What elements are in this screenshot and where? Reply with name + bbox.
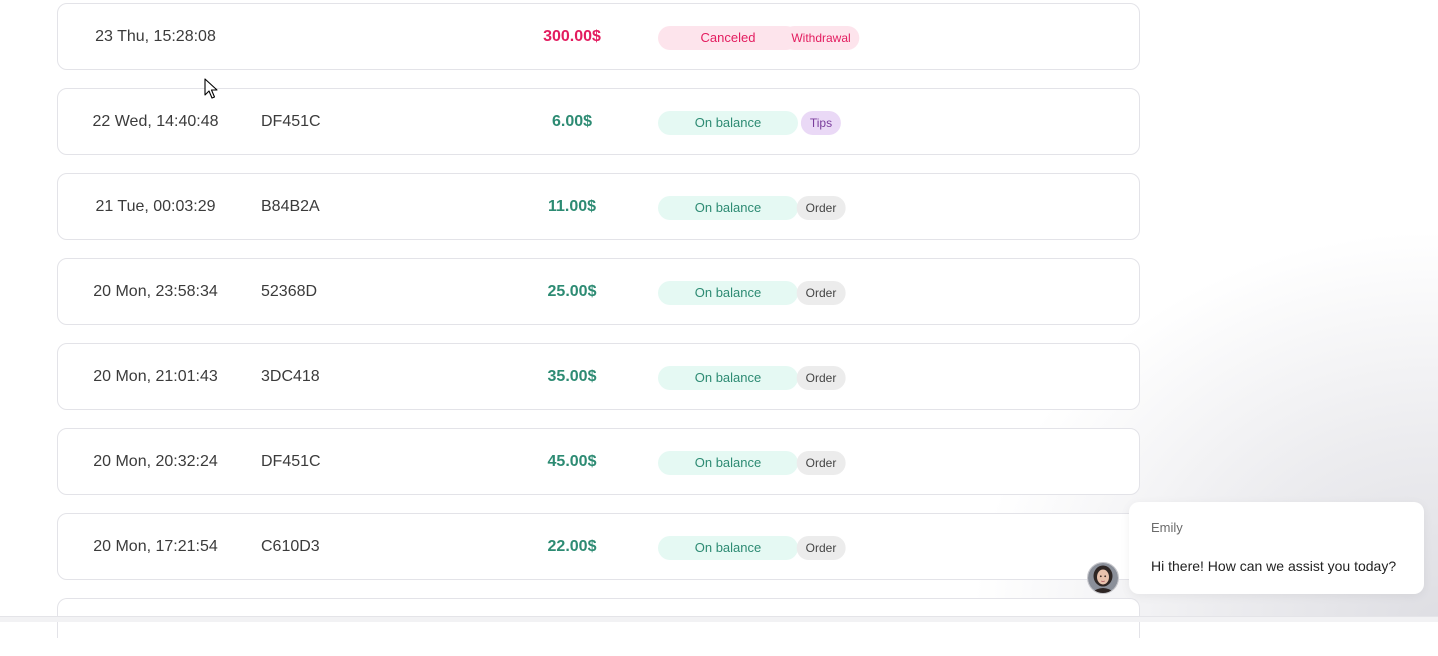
transaction-date: 20 Mon, 21:01:43 [93,368,218,385]
transaction-amount: 25.00$ [547,283,597,300]
type-badge: Order [796,196,846,220]
transaction-amount: 11.00$ [547,198,597,215]
transaction-ref: DF451C [261,453,321,470]
status-badge: On balance [658,536,798,560]
mouse-pointer-icon [204,78,218,99]
type-badge: Order [796,536,846,560]
transaction-ref: 52368D [261,283,318,300]
transaction-date: 22 Wed, 14:40:48 [92,113,219,130]
transaction-amount: 35.00$ [547,368,597,385]
chat-agent-name: Emily [1151,520,1183,535]
transaction-date: 20 Mon, 17:21:54 [93,538,218,555]
status-badge: On balance [658,451,798,475]
transaction-ref: DF451C [261,113,321,130]
type-badge: Withdrawal [782,26,860,50]
agent-avatar[interactable] [1087,562,1119,594]
type-badge: Order [796,281,846,305]
transaction-amount: 45.00$ [547,453,597,470]
transaction-date: 23 Thu, 15:28:08 [95,28,216,45]
status-badge: Canceled [658,26,798,50]
type-badge: Tips [800,111,842,135]
transaction-ref: B84B2A [261,198,320,215]
page-bottom-divider [0,616,1438,622]
chat-message: Hi there! How can we assist you today? [1151,558,1397,574]
transaction-date: 20 Mon, 20:32:24 [93,453,218,470]
transaction-date: 21 Tue, 00:03:29 [95,198,216,215]
status-badge: On balance [658,281,798,305]
transaction-row[interactable]: 20 Mon, 17:21:54 C610D3 22.00$ On balanc… [57,513,1140,580]
agent-avatar-icon [1088,563,1118,593]
transaction-ref: 3DC418 [261,368,320,385]
transaction-ref: C610D3 [261,538,320,555]
transaction-row[interactable]: 20 Mon, 21:01:43 3DC418 35.00$ On balanc… [57,343,1140,410]
chat-bubble[interactable]: Emily Hi there! How can we assist you to… [1129,502,1424,594]
transaction-row[interactable]: 20 Mon, 20:32:24 DF451C 45.00$ On balanc… [57,428,1140,495]
transaction-amount: 22.00$ [547,538,597,555]
transaction-amount: 6.00$ [551,113,593,130]
transaction-row[interactable]: 22 Wed, 14:40:48 DF451C 6.00$ On balance… [57,88,1140,155]
transaction-date: 20 Mon, 23:58:34 [93,283,218,300]
type-badge: Order [796,366,846,390]
status-badge: On balance [658,111,798,135]
transaction-row[interactable]: 21 Tue, 00:03:29 B84B2A 11.00$ On balanc… [57,173,1140,240]
transaction-list: 23 Thu, 15:28:08 300.00$ Canceled Withdr… [57,3,1140,656]
transaction-amount: 300.00$ [543,28,601,45]
status-badge: On balance [658,196,798,220]
transaction-row[interactable]: 23 Thu, 15:28:08 300.00$ Canceled Withdr… [57,3,1140,70]
status-badge: On balance [658,366,798,390]
transaction-row[interactable]: 20 Mon, 23:58:34 52368D 25.00$ On balanc… [57,258,1140,325]
type-badge: Order [796,451,846,475]
